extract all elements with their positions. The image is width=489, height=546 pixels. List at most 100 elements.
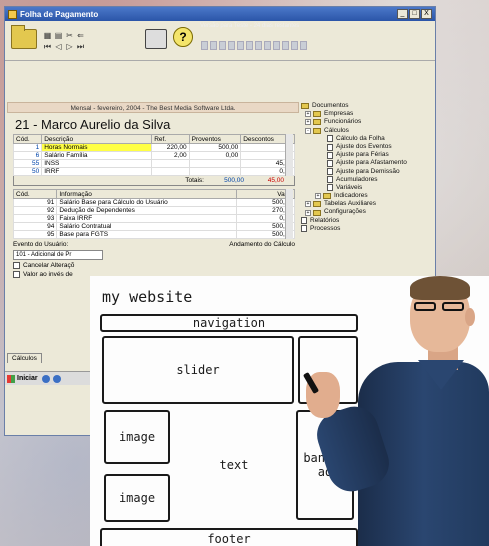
document-icon (327, 135, 333, 143)
document-tree: Documentos + Empresas + Funcionários - Cálc… (301, 102, 433, 233)
trial-progress (201, 41, 307, 50)
grid-icon[interactable]: ▦ (43, 31, 52, 40)
andamento-label: Andamento do Cálculo (229, 241, 295, 248)
tree-item-configuracoes[interactable]: + Configurações (301, 208, 433, 216)
employee-name: 21 - Marco Aurelio da Silva (15, 117, 171, 132)
document-icon (327, 184, 333, 192)
tree-item-funcionarios[interactable]: + Funcionários (301, 118, 433, 126)
printer-icon[interactable] (145, 29, 167, 49)
evento-label: Evento do Usuário: (13, 241, 69, 248)
tree-item-tabelas[interactable]: + Tabelas Auxiliares (301, 200, 433, 208)
close-button[interactable]: X (421, 9, 432, 19)
tree-item-acumuladores[interactable]: Acumuladores (301, 176, 433, 184)
folder-icon (313, 119, 321, 126)
man-drawing (300, 276, 489, 546)
next-icon[interactable]: ▷ (65, 42, 74, 51)
tree-item-ajuste-afastamento[interactable]: Ajuste para Afastamento (301, 159, 433, 167)
tree-item-ajuste-demissao[interactable]: Ajuste para Demissão (301, 168, 433, 176)
tree-item-processos[interactable]: Processos (301, 225, 433, 233)
total-proventos: 500,00 (224, 177, 244, 184)
total-descontos: 45,00 (267, 177, 284, 184)
table-row[interactable]: 94 Salário Contratual 500,00 (12, 222, 295, 231)
tree-item-relatorios[interactable]: Relatórios (301, 217, 433, 225)
last-icon[interactable]: ⏭ (76, 42, 85, 51)
table-icon[interactable]: ▤ (54, 31, 63, 40)
tree-root[interactable]: Documentos (301, 102, 433, 110)
document-icon (327, 176, 333, 184)
col-ref[interactable]: Ref. (151, 134, 190, 144)
start-label: Iniciar (17, 375, 38, 382)
evento-select[interactable]: 101 - Adicional de Pr (13, 250, 103, 260)
folder-icon (313, 111, 321, 118)
evento-row: Evento do Usuário: Andamento do Cálculo (13, 241, 295, 248)
toolbar: ▦ ▤ ✂ ⇐ ⏮ ◁ ▷ ⏭ ? Versão para Teste - 24… (5, 21, 435, 61)
sketch-image-2: image (104, 474, 170, 522)
start-button[interactable]: Iniciar (7, 374, 38, 383)
back-icon[interactable]: ⇐ (76, 31, 85, 40)
company-bar: Mensal - fevereiro, 2004 - The Best Medi… (7, 102, 299, 113)
main-panel: Mensal - fevereiro, 2004 - The Best Medi… (7, 102, 299, 278)
document-icon (327, 159, 333, 167)
glasses-icon (412, 302, 470, 312)
prev-icon[interactable]: ◁ (54, 42, 63, 51)
sketch-text: text (219, 458, 249, 472)
cancel-checkbox-label: Cancelar Alteraçõ (23, 262, 75, 269)
table-row[interactable]: 95 Base para FGTS 500,00 (12, 230, 295, 239)
window-title: Folha de Pagamento (20, 9, 99, 19)
window-controls: _ □ X (397, 9, 432, 19)
tree-item-indicadores[interactable]: + Indicadores (301, 192, 433, 200)
quick-launch (41, 374, 61, 383)
folder-icon (313, 201, 321, 208)
open-folder-icon[interactable] (11, 25, 37, 49)
tree-item-variaveis[interactable]: Variáveis (301, 184, 433, 192)
info-table: Cód. Informação Valor 91 Salário Base pa… (12, 189, 295, 239)
title-bar[interactable]: Folha de Pagamento _ □ X (5, 7, 435, 21)
sketch-site-title: my website (102, 288, 193, 306)
trial-text: Versão para Teste - 24 dias restantes (200, 23, 300, 29)
document-icon (327, 168, 333, 176)
tree-item-calculos[interactable]: - Cálculos (301, 127, 433, 135)
tree-item-ajuste-eventos[interactable]: Ajuste dos Eventos (301, 143, 433, 151)
events-scrollbar[interactable] (285, 134, 293, 176)
col-prov[interactable]: Proventos (188, 134, 242, 144)
table-row[interactable]: 93 Faixa IRRF 0,00 (12, 214, 295, 223)
table-row[interactable]: 1 Horas Normais 220,00 500,00 (12, 143, 295, 152)
col-code[interactable]: Cód. (12, 134, 43, 144)
nav-tools: ▦ ▤ ✂ ⇐ ⏮ ◁ ▷ ⏭ (43, 31, 85, 51)
folder-icon (313, 209, 321, 216)
app-launch-icon[interactable] (52, 374, 61, 383)
sketch-slider: slider (102, 336, 294, 404)
hair (410, 276, 470, 300)
table-row[interactable]: 92 Dedução de Dependentes 270,00 (12, 206, 295, 215)
windows-logo-icon (7, 374, 15, 383)
help-icon[interactable]: ? (173, 27, 193, 47)
sketch-image-1: image (104, 410, 170, 464)
col-info[interactable]: Informação (56, 189, 238, 199)
col-info-code[interactable]: Cód. (12, 189, 58, 199)
browser-icon[interactable] (41, 374, 50, 383)
col-desc[interactable]: Descrição (41, 134, 153, 144)
totals-row: Totais: 500,00 45,00 (13, 176, 295, 186)
value-checkbox-label: Valor ao invés de (23, 271, 73, 278)
tree-item-ajuste-ferias[interactable]: Ajuste para Férias (301, 151, 433, 159)
maximize-button[interactable]: □ (409, 9, 420, 19)
minimize-button[interactable]: _ (397, 9, 408, 19)
stage: Folha de Pagamento _ □ X ▦ ▤ ✂ ⇐ ⏮ ◁ ▷ ⏭… (0, 0, 489, 546)
cut-icon[interactable]: ✂ (65, 31, 74, 40)
tree-item-empresas[interactable]: + Empresas (301, 110, 433, 118)
document-icon (327, 151, 333, 159)
checkbox[interactable] (13, 271, 20, 278)
cancel-checkbox[interactable]: Cancelar Alteraçõ (13, 262, 299, 269)
process-icon (301, 225, 307, 233)
tree-item-calculo-folha[interactable]: Cálculo da Folha (301, 135, 433, 143)
document-icon (327, 143, 333, 151)
events-table: Cód. Descrição Ref. Proventos Descontos … (12, 134, 295, 176)
table-row[interactable]: 55 INSS 45,00 (12, 159, 295, 168)
first-icon[interactable]: ⏮ (43, 42, 52, 51)
info-scrollbar[interactable] (285, 189, 293, 239)
tab-calculos[interactable]: Cálculos (7, 353, 42, 363)
table-row[interactable]: 91 Salário Base para Cálculo do Usuário … (12, 198, 295, 207)
table-row[interactable]: 50 IRRF 0,00 (12, 167, 295, 176)
checkbox[interactable] (13, 262, 20, 269)
table-row[interactable]: 6 Salário Família 2,00 0,00 (12, 151, 295, 160)
